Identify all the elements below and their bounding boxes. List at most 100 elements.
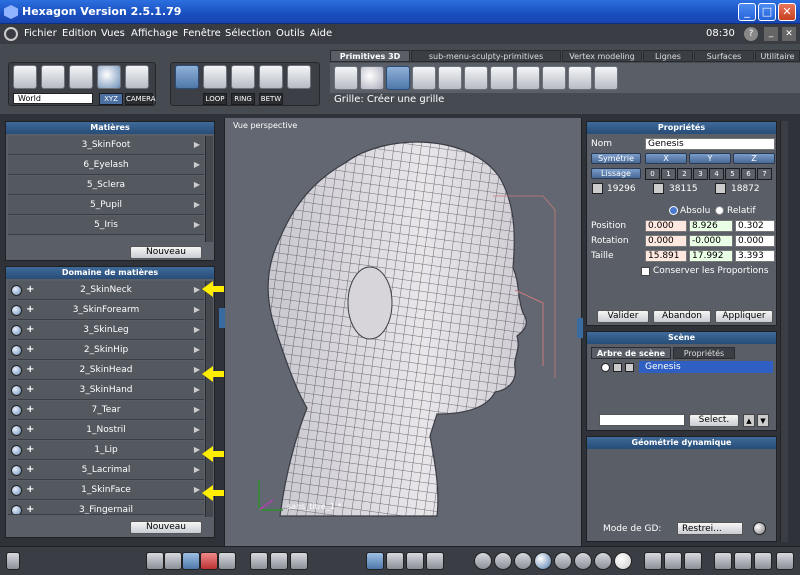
visibility-icon[interactable] — [11, 405, 22, 416]
shading-flat-icon[interactable] — [494, 552, 512, 570]
smooth-level-7[interactable]: 7 — [757, 168, 772, 180]
viewport-3d[interactable]: Vue perspective sans_titre_1 * — [219, 118, 583, 546]
tab-primitives-3d[interactable]: Primitives 3D — [330, 50, 410, 62]
smooth-level-0[interactable]: 0 — [645, 168, 660, 180]
maximize-button[interactable]: □ — [758, 3, 776, 21]
move-tool-icon[interactable] — [386, 552, 404, 570]
absolute-radio[interactable] — [669, 206, 678, 215]
collapse-left-handle[interactable] — [219, 308, 225, 328]
sphere-icon[interactable] — [360, 66, 384, 90]
right-panel-handle[interactable] — [780, 121, 788, 542]
menu-aide[interactable]: Aide — [310, 28, 332, 39]
scale-tool-icon[interactable] — [426, 552, 444, 570]
shading-wire-icon[interactable] — [474, 552, 492, 570]
smooth-level-3[interactable]: 3 — [693, 168, 708, 180]
visibility-icon[interactable] — [11, 365, 22, 376]
visibility-icon[interactable] — [11, 425, 22, 436]
table-row[interactable]: +5_Lacrimal ▶ — [8, 461, 204, 480]
table-row[interactable]: +2_SkinNeck ▶ — [8, 281, 204, 300]
list-item[interactable]: 5_Sclera ▶ — [8, 176, 204, 195]
layout-single-icon[interactable] — [146, 552, 164, 570]
menu-vues[interactable]: Vues — [101, 28, 125, 39]
world-select[interactable]: World — [13, 93, 93, 104]
tab-utilitaire[interactable]: Utilitaire — [755, 50, 800, 62]
table-row[interactable]: +7_Tear ▶ — [8, 401, 204, 420]
plane-icon[interactable] — [412, 66, 436, 90]
add-icon[interactable]: + — [26, 461, 34, 479]
smoothing-button[interactable]: Lissage — [591, 168, 641, 179]
tab-surfaces[interactable]: Surfaces — [694, 50, 754, 62]
pan-icon[interactable] — [270, 552, 288, 570]
visibility-icon[interactable] — [11, 465, 22, 476]
table-row[interactable]: +3_SkinHand ▶ — [8, 381, 204, 400]
smooth-level-4[interactable]: 4 — [709, 168, 724, 180]
shading-textured-icon[interactable] — [534, 552, 552, 570]
smooth-level-6[interactable]: 6 — [741, 168, 756, 180]
materials-scrollbar[interactable] — [205, 136, 213, 242]
layout-table-icon[interactable] — [218, 552, 236, 570]
scene-item-eye-icon[interactable] — [625, 363, 634, 372]
cone-icon[interactable] — [464, 66, 488, 90]
between-button[interactable]: BETW — [259, 93, 283, 105]
add-icon[interactable]: + — [26, 321, 34, 339]
table-row[interactable]: +3_SkinLeg ▶ — [8, 321, 204, 340]
menu-affichage[interactable]: Affichage — [131, 28, 178, 39]
help-icon[interactable]: ? — [744, 27, 758, 41]
visibility-icon[interactable] — [11, 345, 22, 356]
edge-mode-icon[interactable] — [231, 65, 255, 89]
scene-item-lock-icon[interactable] — [613, 363, 622, 372]
visibility-icon[interactable] — [11, 325, 22, 336]
lock-icon[interactable] — [734, 552, 752, 570]
menu-fichier[interactable]: Fichier — [24, 28, 57, 39]
octahedron-icon[interactable] — [542, 66, 566, 90]
menu-edition[interactable]: Edition — [62, 28, 97, 39]
sphere-select-icon[interactable] — [97, 65, 121, 89]
rotation-y[interactable]: -0.000 — [689, 235, 733, 247]
add-icon[interactable]: + — [26, 441, 34, 459]
cylinder-icon[interactable] — [438, 66, 462, 90]
materials-new-button[interactable]: Nouveau — [130, 246, 202, 259]
axis-y-button[interactable]: Y — [689, 153, 731, 164]
object-mode-icon[interactable] — [175, 65, 199, 89]
ring-button[interactable]: RING — [231, 93, 255, 105]
list-item[interactable]: 5_Pupil ▶ — [8, 196, 204, 215]
disc-icon[interactable] — [516, 66, 540, 90]
visibility-icon[interactable] — [11, 445, 22, 456]
table-row[interactable]: +1_SkinFace ▶ — [8, 481, 204, 500]
close-button[interactable]: ✕ — [778, 3, 796, 21]
list-item[interactable]: 3_SkinFoot ▶ — [8, 136, 204, 155]
options-icon[interactable] — [776, 552, 794, 570]
panel-minimize-icon[interactable]: _ — [764, 27, 778, 41]
visibility-icon[interactable] — [11, 485, 22, 496]
add-icon[interactable]: + — [26, 381, 34, 399]
table-row[interactable]: +2_SkinHead ▶ — [8, 361, 204, 380]
visibility-icon[interactable] — [11, 305, 22, 316]
size-x[interactable]: 15.891 — [645, 250, 687, 262]
tab-sculpty[interactable]: sub-menu-sculpty-primitives — [411, 50, 561, 62]
list-item[interactable]: 6_Eyelash ▶ — [8, 156, 204, 175]
add-icon[interactable]: + — [26, 481, 34, 499]
add-icon[interactable]: + — [26, 361, 34, 379]
collapse-right-handle[interactable] — [577, 318, 583, 338]
relative-radio[interactable] — [715, 206, 724, 215]
list-item[interactable]: 5_Iris ▶ — [8, 216, 204, 235]
menu-fenetre[interactable]: Fenêtre — [183, 28, 221, 39]
vertex-mode-icon[interactable] — [203, 65, 227, 89]
domain-scrollbar[interactable] — [205, 281, 213, 517]
polyhedron-icon[interactable] — [568, 66, 592, 90]
layout-grid-icon[interactable] — [200, 552, 218, 570]
add-icon[interactable]: + — [26, 281, 34, 299]
render-preview-icon[interactable] — [644, 552, 662, 570]
validate-button[interactable]: Valider — [597, 310, 649, 323]
shading-smooth-icon[interactable] — [514, 552, 532, 570]
visibility-icon[interactable] — [11, 385, 22, 396]
camera-toggle[interactable]: CAMERA — [125, 93, 156, 105]
apply-button[interactable]: Appliquer — [715, 310, 773, 323]
table-row[interactable]: +1_Nostril ▶ — [8, 421, 204, 440]
size-z[interactable]: 3.393 — [735, 250, 775, 262]
add-icon[interactable]: + — [26, 301, 34, 319]
scene-item-visibility-icon[interactable] — [601, 363, 610, 372]
minimize-button[interactable]: _ — [738, 3, 756, 21]
ghost-icon[interactable] — [125, 65, 149, 89]
shading-mat-icon[interactable] — [574, 552, 592, 570]
